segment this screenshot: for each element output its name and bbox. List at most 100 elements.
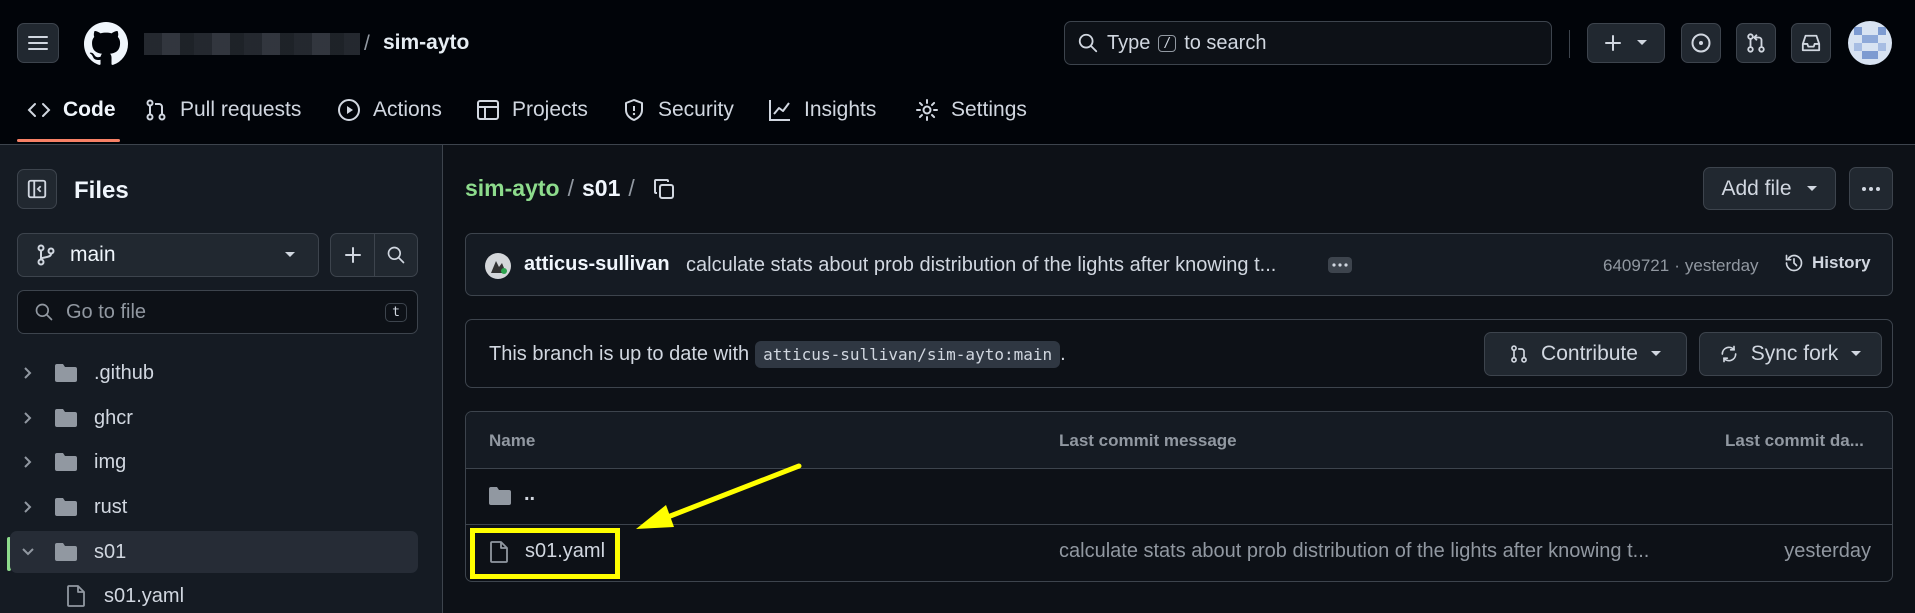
breadcrumb: sim-ayto / s01 / xyxy=(465,175,675,202)
annotation-arrow-icon xyxy=(636,463,802,529)
sidebar-collapse-icon xyxy=(27,179,47,199)
go-to-file-placeholder: Go to file xyxy=(66,300,147,323)
chevron-down-icon xyxy=(22,548,34,556)
shield-icon xyxy=(625,99,643,121)
breadcrumb-separator: / xyxy=(567,175,574,201)
create-new-button[interactable] xyxy=(1587,23,1665,63)
plus-icon xyxy=(1605,35,1621,51)
column-header-date: Last commit da... xyxy=(1725,431,1864,450)
tab-projects[interactable]: Projects xyxy=(476,92,588,128)
add-file-button[interactable]: Add file xyxy=(1703,167,1836,210)
tree-item-s01[interactable]: s01 xyxy=(10,531,418,573)
pull-requests-button[interactable] xyxy=(1736,23,1776,63)
copy-icon[interactable] xyxy=(653,178,675,200)
branch-status-period: . xyxy=(1060,343,1066,365)
search-icon xyxy=(1078,33,1098,53)
folder-icon xyxy=(55,453,77,471)
menu-button[interactable] xyxy=(17,23,59,63)
tree-item-github[interactable]: .github xyxy=(10,352,418,394)
tab-settings[interactable]: Settings xyxy=(915,92,1027,128)
tree-item-rust[interactable]: rust xyxy=(10,486,418,528)
commit-expand-button[interactable] xyxy=(1328,257,1352,273)
tab-label: Projects xyxy=(512,98,588,121)
folder-icon xyxy=(489,487,511,505)
history-icon xyxy=(1785,254,1803,272)
caret-down-icon xyxy=(1806,185,1817,191)
search-icon xyxy=(35,303,53,321)
sidebar-title: Files xyxy=(74,177,129,204)
chevron-right-icon xyxy=(24,501,32,513)
search-shortcut-key: / xyxy=(1158,34,1177,52)
tab-label: Insights xyxy=(804,98,877,121)
commit-author-link[interactable]: atticus-sullivan xyxy=(524,253,670,276)
plus-icon xyxy=(344,247,361,263)
tree-item-img[interactable]: img xyxy=(10,441,418,483)
chevron-right-icon xyxy=(24,412,32,424)
github-logo-icon[interactable] xyxy=(84,22,128,66)
search-placeholder-suffix: to search xyxy=(1184,31,1267,54)
latest-commit-bar: atticus-sullivan calculate stats about p… xyxy=(465,233,1893,296)
tab-code[interactable]: Code xyxy=(27,92,116,128)
contribute-button[interactable]: Contribute xyxy=(1484,332,1687,376)
tab-actions[interactable]: Actions xyxy=(337,92,442,128)
branch-status-text: This branch is up to date with atticus-s… xyxy=(489,341,1066,368)
file-commit-message-link[interactable]: calculate stats about prob distribution … xyxy=(1059,540,1649,563)
author-avatar[interactable] xyxy=(485,253,511,279)
tree-item-ghcr[interactable]: ghcr xyxy=(10,397,418,439)
owner-name-redacted[interactable] xyxy=(144,33,360,55)
branch-status-label: This branch is up to date with xyxy=(489,343,750,365)
gear-icon xyxy=(916,99,938,121)
collapse-sidebar-button[interactable] xyxy=(17,169,57,209)
commit-time: yesterday xyxy=(1684,256,1759,275)
tab-pull-requests[interactable]: Pull requests xyxy=(144,92,301,128)
code-icon xyxy=(27,103,51,117)
user-avatar[interactable] xyxy=(1848,21,1892,65)
pull-request-icon xyxy=(146,99,166,121)
search-placeholder-prefix: Type xyxy=(1107,31,1151,54)
caret-down-icon xyxy=(1851,351,1862,356)
caret-down-icon xyxy=(1650,351,1661,356)
commit-message-link[interactable]: calculate stats about prob distribution … xyxy=(686,254,1276,277)
tab-security[interactable]: Security xyxy=(622,92,734,128)
file-actions-group xyxy=(330,233,418,277)
caret-down-icon xyxy=(285,252,295,257)
add-file-plus-button[interactable] xyxy=(331,234,375,276)
tab-code-active-underline xyxy=(17,139,120,142)
more-options-button[interactable] xyxy=(1849,167,1893,210)
issue-opened-icon xyxy=(1691,33,1711,53)
parent-dir-link[interactable]: .. xyxy=(524,483,535,506)
sync-fork-button[interactable]: Sync fork xyxy=(1699,332,1882,376)
go-to-file-shortcut: t xyxy=(385,302,407,322)
chevron-right-icon xyxy=(24,367,32,379)
graph-icon xyxy=(769,100,790,121)
commit-meta-dot: · xyxy=(1674,256,1680,275)
commit-meta: 6409721 · yesterday xyxy=(1603,256,1759,276)
file-tree-sidebar: Files main Go to file t .github ghcr img xyxy=(0,145,443,613)
global-search-input[interactable]: Type / to search xyxy=(1064,21,1552,65)
sync-icon xyxy=(1721,345,1737,363)
tree-item-label: .github xyxy=(94,361,155,384)
search-files-button[interactable] xyxy=(375,234,417,276)
go-to-file-input[interactable]: Go to file t xyxy=(17,290,418,334)
header-divider xyxy=(1569,30,1570,58)
breadcrumb-separator: / xyxy=(628,175,635,201)
file-icon xyxy=(67,585,85,607)
folder-open-icon xyxy=(55,543,77,561)
tree-item-s01-yaml[interactable]: s01.yaml xyxy=(10,575,418,613)
kebab-horizontal-icon xyxy=(1862,186,1880,191)
owner-repo-separator: / xyxy=(364,32,370,55)
inbox-button[interactable] xyxy=(1791,23,1831,63)
issues-button[interactable] xyxy=(1681,23,1721,63)
tree-item-label: s01 xyxy=(94,540,127,563)
commit-sha-link[interactable]: 6409721 xyxy=(1603,256,1669,276)
branch-status-bar: This branch is up to date with atticus-s… xyxy=(465,319,1893,388)
upstream-branch-ref[interactable]: atticus-sullivan/sim-ayto:main xyxy=(755,341,1061,368)
branch-selector[interactable]: main xyxy=(17,233,319,277)
tab-label: Code xyxy=(63,98,116,121)
breadcrumb-repo-link[interactable]: sim-ayto xyxy=(465,175,560,202)
repo-name-link[interactable]: sim-ayto xyxy=(383,31,469,55)
tab-insights[interactable]: Insights xyxy=(768,92,876,128)
history-link[interactable]: History xyxy=(1784,253,1871,273)
annotation-highlight-box xyxy=(470,528,620,579)
branch-name: main xyxy=(70,243,116,266)
